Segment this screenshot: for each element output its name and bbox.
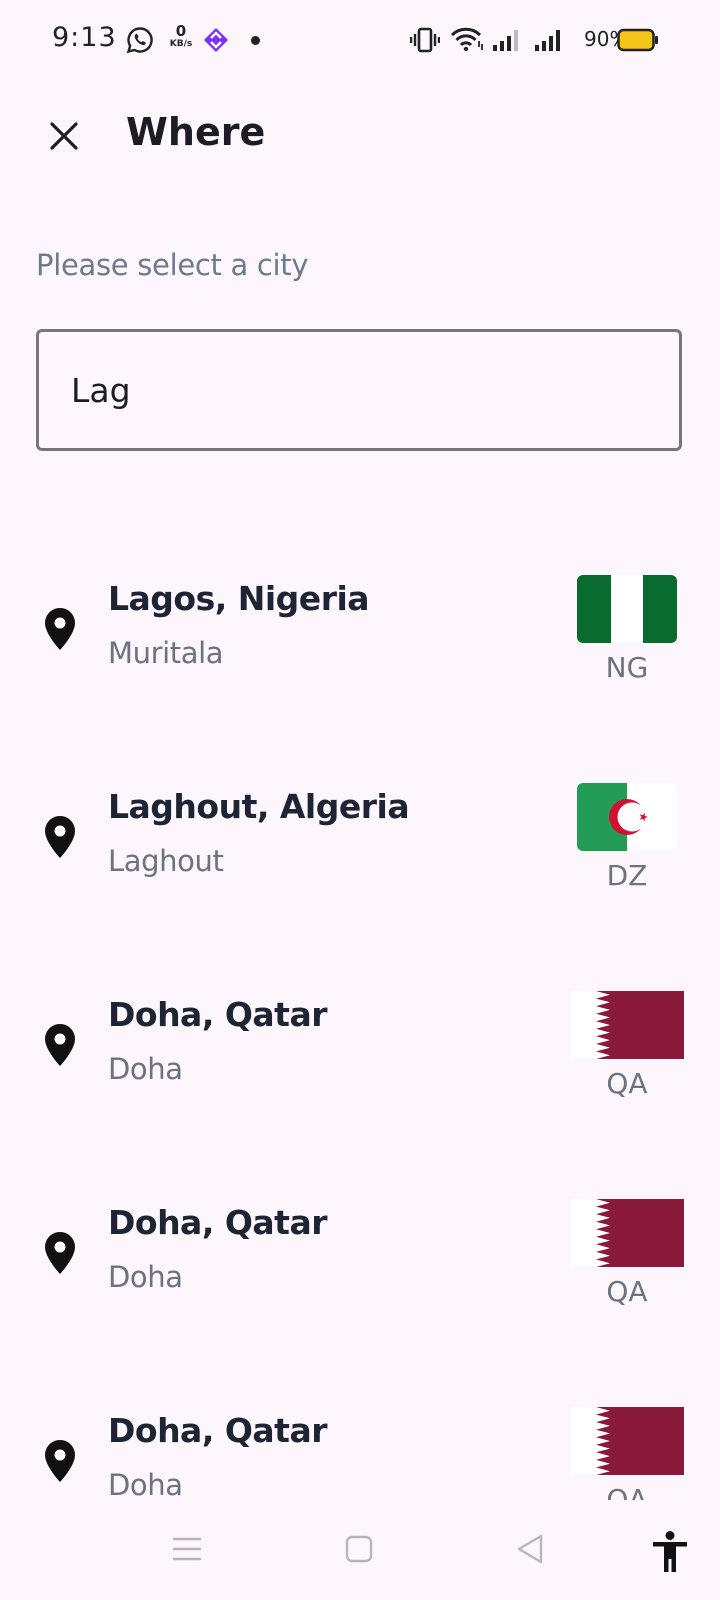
wifi-icon <box>450 27 483 52</box>
city-name: Laghout, Algeria <box>108 787 410 826</box>
list-item[interactable]: Doha, Qatar Doha QA <box>0 961 720 1169</box>
notification-dot <box>251 36 260 45</box>
close-icon <box>50 122 78 150</box>
signal-icon <box>535 30 560 51</box>
menu-icon[interactable] <box>172 1536 202 1562</box>
airport-name: Doha <box>108 1468 183 1500</box>
app-icon <box>204 28 228 52</box>
nigeria-flag-icon <box>577 575 677 643</box>
vibrate-icon <box>410 27 440 53</box>
qatar-flag-icon <box>570 1407 684 1475</box>
city-search-input[interactable] <box>71 332 651 448</box>
airport-name: Doha <box>108 1052 183 1086</box>
back-triangle-icon[interactable] <box>515 1533 545 1565</box>
list-item[interactable]: Doha, Qatar Doha QA <box>0 1377 720 1500</box>
city-results-list: Lagos, Nigeria Muritala NG Laghout, Alge… <box>0 545 720 1500</box>
country-code: QA <box>606 1275 648 1308</box>
city-name: Doha, Qatar <box>108 1411 328 1450</box>
airport-name: Muritala <box>108 636 224 670</box>
qatar-flag-icon <box>570 991 684 1059</box>
location-pin-icon <box>45 1232 75 1274</box>
signal-icon <box>493 30 518 51</box>
city-search-field[interactable] <box>36 329 682 451</box>
list-item[interactable]: Laghout, Algeria Laghout DZ <box>0 753 720 961</box>
network-speed-unit: KB/s <box>169 39 193 49</box>
location-pin-icon <box>45 816 75 858</box>
country-code: QA <box>606 1483 648 1500</box>
city-name: Doha, Qatar <box>108 1203 328 1242</box>
select-city-label: Please select a city <box>36 248 309 282</box>
whatsapp-icon <box>126 27 153 54</box>
location-pin-icon <box>45 608 75 650</box>
country-code: NG <box>605 651 649 684</box>
system-nav-bar <box>0 1500 720 1600</box>
airport-name: Laghout <box>108 844 224 878</box>
algeria-flag-icon <box>577 783 677 851</box>
accessibility-icon[interactable] <box>650 1530 690 1574</box>
network-speed: 0 KB/s <box>166 24 196 49</box>
qatar-flag-icon <box>570 1199 684 1267</box>
home-square-icon[interactable] <box>344 1534 374 1564</box>
list-item[interactable]: Doha, Qatar Doha QA <box>0 1169 720 1377</box>
close-button[interactable] <box>38 110 90 162</box>
location-pin-icon <box>45 1440 75 1482</box>
country-code: QA <box>606 1067 648 1100</box>
city-name: Doha, Qatar <box>108 995 328 1034</box>
airport-name: Doha <box>108 1260 183 1294</box>
location-pin-icon <box>45 1024 75 1066</box>
status-time: 9:13 <box>52 22 117 53</box>
battery-icon <box>617 28 658 52</box>
country-code: DZ <box>606 859 648 892</box>
city-name: Lagos, Nigeria <box>108 579 370 618</box>
network-speed-value: 0 <box>175 22 187 40</box>
status-bar: 9:13 0 KB/s 90% <box>0 0 720 80</box>
page-title: Where <box>126 110 266 154</box>
list-item[interactable]: Lagos, Nigeria Muritala NG <box>0 545 720 753</box>
